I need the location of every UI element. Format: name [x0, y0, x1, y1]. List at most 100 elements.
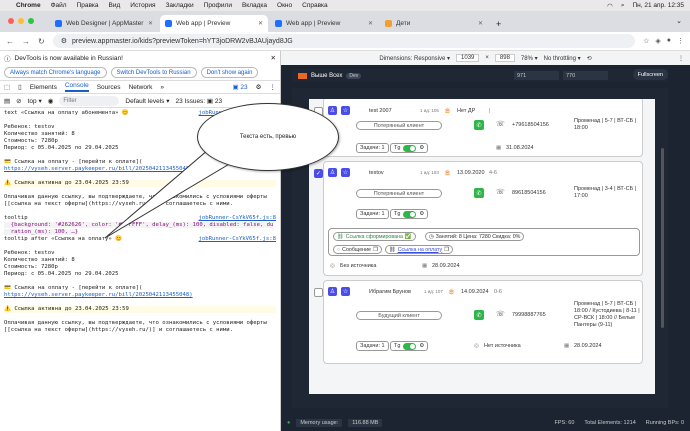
- switch-russian-button[interactable]: Switch DevTools to Russian: [110, 67, 197, 78]
- eye-icon[interactable]: ◉: [48, 97, 54, 105]
- tab-search-chevron-icon[interactable]: ⌄: [676, 17, 682, 25]
- user-icon[interactable]: ♙: [328, 287, 337, 296]
- menubar-item[interactable]: Правка: [77, 2, 99, 9]
- new-tab-icon[interactable]: +: [490, 15, 507, 32]
- zoom-window-button[interactable]: [28, 18, 34, 24]
- menubar-item[interactable]: Закладки: [166, 2, 194, 9]
- client-card[interactable]: ♙ ☆ test 2007 1 ид: 105 🎂 Нет ДР | Потер…: [314, 99, 643, 157]
- fullscreen-button[interactable]: Fullscreen: [632, 69, 668, 80]
- payment-link-chip[interactable]: ⛓ Ссылка на оплату ❐: [385, 245, 453, 254]
- menubar-item[interactable]: Файл: [51, 2, 67, 9]
- status-button[interactable]: Будущий клиент: [356, 311, 442, 320]
- phone-icon[interactable]: ☏: [496, 310, 505, 318]
- bookmark-star-icon[interactable]: ☆: [643, 37, 649, 45]
- throttle-select[interactable]: No throttling ▾: [544, 55, 581, 62]
- search-icon[interactable]: ⌕: [621, 2, 625, 10]
- tab-console[interactable]: Console: [64, 82, 89, 92]
- phone-icon[interactable]: ☏: [496, 188, 505, 196]
- width-input[interactable]: 1039: [456, 54, 480, 62]
- link-created-chip[interactable]: ⛓ Ссылка сформирована ✅: [333, 232, 416, 241]
- telegram-toggle[interactable]: Tg ⚙: [390, 143, 429, 153]
- close-tab-icon[interactable]: ✕: [258, 20, 263, 27]
- browser-tab[interactable]: Web Designer | AppMaster ✕: [50, 15, 158, 32]
- minimize-window-button[interactable]: [18, 18, 24, 24]
- reload-icon[interactable]: ↻: [38, 37, 45, 46]
- toggle-switch[interactable]: [403, 210, 417, 218]
- client-card[interactable]: ✓ ♙ ☆ testov 1 ид: 103 🎂 13.09.2020 4-6 …: [314, 161, 643, 276]
- console-link[interactable]: https://vyseh.server.paykeeper.ru/bill/2…: [4, 292, 193, 298]
- width-box[interactable]: 971: [514, 71, 559, 80]
- telegram-toggle[interactable]: Tg ⚙: [390, 209, 429, 219]
- more-menu-icon[interactable]: ⋮: [677, 37, 684, 45]
- more-tabs[interactable]: »: [160, 84, 164, 91]
- menubar-item[interactable]: Окно: [277, 2, 292, 9]
- more-options-icon[interactable]: ⋮: [678, 55, 684, 62]
- scrollbar[interactable]: [661, 148, 664, 328]
- browser-tab[interactable]: Web app | Preview ✕: [270, 15, 378, 32]
- issues-badge[interactable]: ▣ 23: [232, 83, 247, 91]
- select-checkbox[interactable]: [314, 288, 323, 297]
- browser-tab[interactable]: Дети ✕: [380, 15, 488, 32]
- close-icon[interactable]: ✕: [271, 54, 276, 62]
- context-select[interactable]: top ▾: [28, 97, 42, 105]
- close-tab-icon[interactable]: ✕: [148, 20, 153, 27]
- status-button[interactable]: Потерянный клиент: [356, 189, 442, 198]
- star-icon[interactable]: ☆: [341, 287, 350, 296]
- menubar-item[interactable]: Справка: [302, 2, 328, 9]
- close-window-button[interactable]: [8, 18, 14, 24]
- whatsapp-icon[interactable]: ✆: [474, 120, 484, 130]
- copy-icon[interactable]: ❐: [444, 247, 449, 253]
- tasks-button[interactable]: Задачи: 1: [356, 209, 389, 219]
- telegram-toggle[interactable]: Tg ⚙: [390, 341, 429, 351]
- lesson-info-chip[interactable]: ◷ Занятий: 8 Цена: 7280 Скидка: 0%: [425, 232, 525, 241]
- console-source-link[interactable]: jobRunner-CsYkV65f.js:8: [199, 236, 276, 243]
- sidebar-toggle-icon[interactable]: ▤: [4, 97, 10, 105]
- console-link[interactable]: https://vyseh.server.paykeeper.ru/bill/2…: [4, 166, 193, 172]
- gear-icon[interactable]: ⚙: [419, 343, 424, 349]
- tasks-button[interactable]: Задачи: 1: [356, 341, 389, 351]
- inspect-icon[interactable]: ⬚: [4, 83, 10, 91]
- copy-icon[interactable]: ❐: [373, 247, 378, 253]
- tab-network[interactable]: Network: [129, 84, 153, 91]
- zoom-select[interactable]: 78% ▾: [521, 55, 538, 62]
- user-icon[interactable]: ♙: [328, 168, 337, 177]
- console-filter-input[interactable]: Filter: [59, 95, 120, 106]
- gear-icon[interactable]: ⚙: [419, 211, 424, 217]
- back-icon[interactable]: ←: [6, 37, 14, 46]
- issues-count[interactable]: 23 Issues: ▣ 23: [175, 97, 222, 105]
- match-language-button[interactable]: Always match Chrome's language: [4, 67, 107, 78]
- dimensions-select[interactable]: Dimensions: Responsive ▾: [379, 55, 450, 62]
- dont-show-again-button[interactable]: Don't show again: [200, 67, 259, 78]
- forward-icon[interactable]: →: [22, 37, 30, 46]
- menubar-item[interactable]: История: [130, 2, 155, 9]
- status-button[interactable]: Потерянный клиент: [356, 121, 442, 130]
- tab-sources[interactable]: Sources: [97, 84, 121, 91]
- select-checkbox-checked[interactable]: ✓: [314, 169, 323, 178]
- tasks-button[interactable]: Задачи: 1: [356, 143, 389, 153]
- tab-elements[interactable]: Elements: [30, 84, 57, 91]
- toggle-switch[interactable]: [403, 144, 417, 152]
- client-card[interactable]: ♙ ☆ Ибрагим Брунов 1 ид: 107 🎂 14.09.202…: [314, 280, 643, 364]
- rotate-icon[interactable]: ⟲: [587, 55, 592, 62]
- payment-link[interactable]: Ссылка на оплату: [398, 247, 442, 253]
- device-toggle-icon[interactable]: ▯: [18, 83, 22, 91]
- star-icon[interactable]: ☆: [341, 106, 350, 115]
- extensions-icon[interactable]: ◈: [655, 37, 660, 45]
- close-tab-icon[interactable]: ✕: [368, 20, 373, 27]
- browser-tab-active[interactable]: Web app | Preview ✕: [160, 15, 268, 32]
- url-field[interactable]: ⚙ preview.appmaster.io/kids?previewToken…: [52, 34, 636, 48]
- clear-console-icon[interactable]: ⊘: [16, 97, 21, 105]
- settings-gear-icon[interactable]: ⚙: [256, 83, 262, 91]
- close-tab-icon[interactable]: ✕: [478, 20, 483, 27]
- profile-icon[interactable]: ●: [667, 37, 671, 45]
- menubar-clock[interactable]: Пн, 21 апр. 12:35: [632, 2, 684, 9]
- site-info-icon[interactable]: ⚙: [61, 37, 67, 45]
- console-source-link[interactable]: jobRunner-CsYkV65f.js:8: [199, 215, 276, 222]
- toggle-switch[interactable]: [403, 342, 417, 350]
- message-chip[interactable]: ◌ Сообщение ❐: [333, 245, 382, 254]
- user-icon[interactable]: ♙: [328, 106, 337, 115]
- menubar-app-name[interactable]: Chrome: [16, 2, 41, 9]
- height-box[interactable]: 770: [563, 71, 608, 80]
- menubar-item[interactable]: Профили: [204, 2, 232, 9]
- menubar-item[interactable]: Вкладка: [242, 2, 267, 9]
